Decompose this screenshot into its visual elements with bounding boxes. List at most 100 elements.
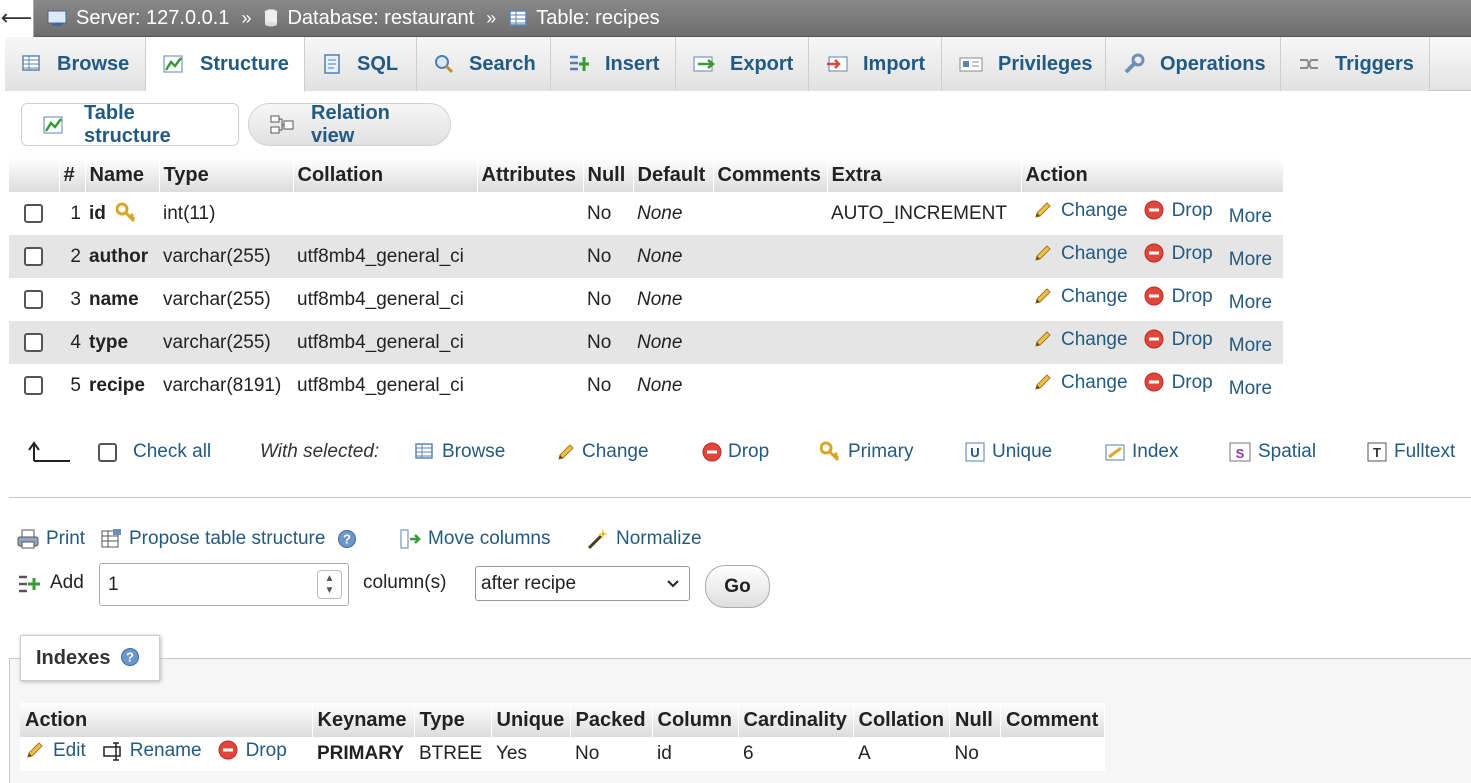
- bulk-drop-button[interactable]: Drop: [702, 436, 769, 468]
- breadcrumb-server-label: Server: 127.0.0.1: [76, 6, 230, 29]
- field-type: varchar(255): [159, 235, 293, 278]
- tab-browse[interactable]: Browse: [5, 37, 146, 91]
- row-checkbox[interactable]: [24, 289, 43, 309]
- breadcrumb-database[interactable]: Database: restaurant: [263, 7, 474, 30]
- rename-index-button[interactable]: Rename: [102, 740, 202, 762]
- more-label: More: [1228, 377, 1273, 399]
- bulk-spatial-button[interactable]: S Spatial: [1228, 436, 1316, 468]
- more-dropdown[interactable]: More: [1229, 249, 1272, 271]
- drop-icon: [702, 442, 722, 462]
- col-header-attributes[interactable]: Attributes: [477, 158, 584, 192]
- field-comments: [713, 192, 827, 235]
- tab-search[interactable]: Search: [417, 37, 551, 91]
- bulk-browse-label: Browse: [442, 441, 506, 462]
- bulk-change-button[interactable]: Change: [556, 436, 649, 468]
- row-checkbox[interactable]: [24, 246, 43, 266]
- bulk-fulltext-button[interactable]: T Fulltext: [1366, 436, 1455, 468]
- col-header-default[interactable]: Default: [633, 158, 714, 192]
- bulk-change-label: Change: [582, 441, 649, 462]
- index-comment: [1000, 737, 1105, 771]
- breadcrumb-table[interactable]: Table: recipes: [508, 6, 660, 30]
- change-button[interactable]: Change: [1033, 200, 1128, 222]
- change-button[interactable]: Change: [1033, 372, 1128, 394]
- field-null: No: [583, 278, 633, 321]
- tab-triggers[interactable]: Triggers: [1281, 37, 1430, 91]
- tab-insert[interactable]: Insert: [551, 37, 676, 91]
- tab-operations[interactable]: Operations: [1106, 37, 1281, 91]
- more-dropdown[interactable]: More: [1229, 206, 1272, 228]
- bulk-browse-button[interactable]: Browse: [414, 436, 505, 468]
- change-button[interactable]: Change: [1033, 329, 1128, 351]
- propose-structure-link[interactable]: Propose table structure: [99, 524, 363, 554]
- tab-import[interactable]: Import: [809, 37, 942, 91]
- row-checkbox[interactable]: [24, 203, 43, 223]
- column-position-value: after recipe: [481, 572, 577, 594]
- table-row: 3 name varchar(255) utf8mb4_general_ci No Non…: [9, 278, 1283, 321]
- subtab-label: Table structure: [84, 101, 171, 147]
- column-count-stepper[interactable]: ▲ ▼: [317, 570, 342, 599]
- field-comments: [713, 235, 827, 278]
- bulk-index-button[interactable]: Index: [1104, 436, 1178, 468]
- field-comments: [713, 321, 827, 364]
- indexes-legend[interactable]: Indexes: [20, 635, 160, 681]
- table-row: 5 recipe varchar(8191) utf8mb4_general_ci No…: [9, 364, 1283, 407]
- col-header-extra[interactable]: Extra: [827, 158, 1022, 192]
- idx-col-comment: Comment: [1000, 703, 1106, 737]
- move-columns-link[interactable]: Move columns: [398, 524, 551, 554]
- field-extra: AUTO_INCREMENT: [827, 192, 1021, 235]
- tab-export[interactable]: Export: [676, 37, 809, 91]
- more-dropdown[interactable]: More: [1229, 378, 1272, 400]
- help-icon[interactable]: [120, 647, 142, 669]
- breadcrumb-table-label: Table: recipes: [536, 6, 660, 29]
- column-position-select[interactable]: after recipe: [475, 566, 690, 601]
- breadcrumb-server[interactable]: Server: 127.0.0.1: [46, 7, 229, 30]
- subtab-table-structure[interactable]: Table structure: [21, 101, 239, 147]
- index-packed: No: [570, 737, 652, 771]
- change-button[interactable]: Change: [1033, 286, 1128, 308]
- col-header-null[interactable]: Null: [583, 158, 634, 192]
- check-all[interactable]: Check all: [98, 436, 211, 468]
- go-button[interactable]: Go: [705, 565, 770, 608]
- col-header-type[interactable]: Type: [159, 158, 294, 192]
- field-attributes: [477, 364, 583, 407]
- idx-col-unique: Unique: [491, 703, 571, 737]
- drop-button[interactable]: Drop: [1144, 286, 1213, 308]
- drop-button[interactable]: Drop: [1144, 200, 1213, 222]
- row-checkbox[interactable]: [24, 332, 43, 352]
- tab-structure[interactable]: Structure: [146, 37, 305, 92]
- more-dropdown[interactable]: More: [1229, 292, 1272, 314]
- edit-index-button[interactable]: Edit: [25, 740, 86, 762]
- change-button[interactable]: Change: [1033, 243, 1128, 265]
- col-header-collation[interactable]: Collation: [293, 158, 478, 192]
- server-icon: [46, 8, 68, 28]
- field-extra: [827, 235, 1021, 278]
- drop-index-button[interactable]: Drop: [218, 740, 287, 762]
- col-header-name[interactable]: Name: [85, 158, 160, 192]
- idx-col-action: Action: [20, 703, 313, 737]
- field-comments: [713, 364, 827, 407]
- col-header-action: Action: [1021, 158, 1284, 192]
- drop-button[interactable]: Drop: [1144, 372, 1213, 394]
- help-icon[interactable]: [337, 529, 357, 549]
- normalize-link[interactable]: Normalize: [586, 524, 702, 554]
- column-count-input[interactable]: 1 ▲ ▼: [99, 563, 349, 606]
- bulk-unique-button[interactable]: U Unique: [964, 436, 1052, 468]
- subtab-relation-view[interactable]: Relation view: [248, 102, 451, 147]
- check-all-label[interactable]: Check all: [133, 441, 211, 463]
- tab-sql[interactable]: SQL: [305, 37, 417, 91]
- check-all-checkbox[interactable]: [98, 442, 117, 462]
- drop-button[interactable]: Drop: [1144, 329, 1213, 351]
- print-link[interactable]: Print: [16, 524, 85, 554]
- col-header-comments[interactable]: Comments: [713, 158, 828, 192]
- tab-privileges[interactable]: Privileges: [942, 37, 1106, 91]
- collapse-arrow-icon[interactable]: ⟵: [0, 0, 34, 37]
- bulk-primary-button[interactable]: Primary: [820, 436, 913, 468]
- row-checkbox[interactable]: [24, 375, 43, 395]
- main-tabs: Browse Structure SQL Search Insert Expor…: [5, 37, 1471, 92]
- divider: [9, 497, 1471, 498]
- row-checkbox-cell: [9, 192, 59, 235]
- idx-col-keyname: Keyname: [312, 703, 415, 737]
- more-dropdown[interactable]: More: [1229, 335, 1272, 357]
- drop-button[interactable]: Drop: [1144, 243, 1213, 265]
- tab-label: Import: [863, 52, 926, 75]
